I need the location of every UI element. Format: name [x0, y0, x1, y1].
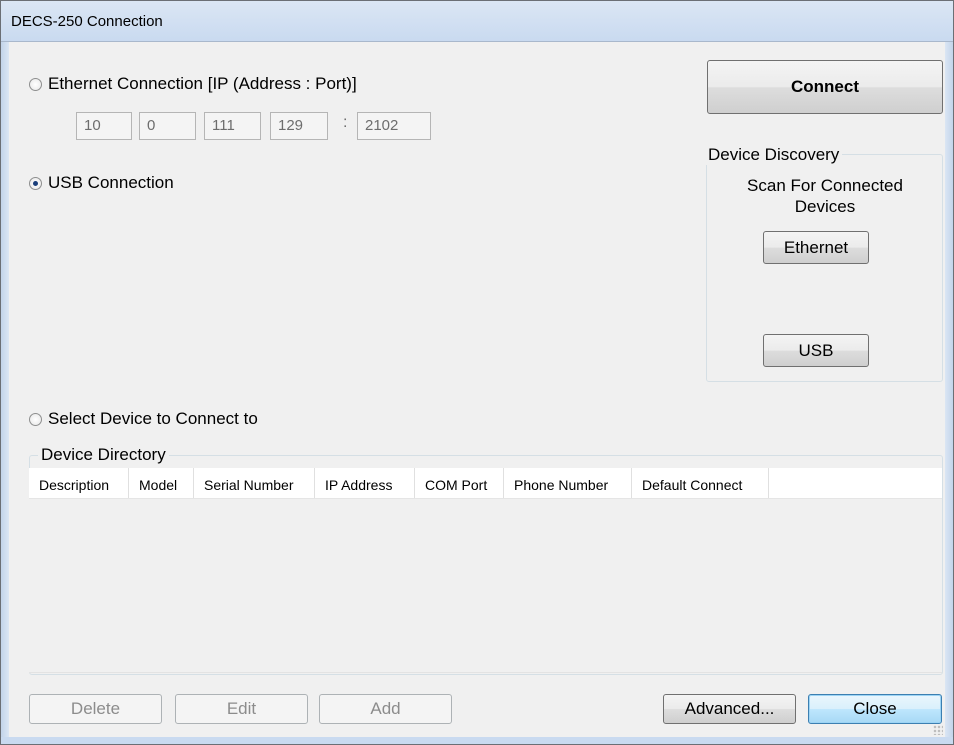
port-input[interactable]: 2102 [357, 112, 431, 140]
column-header-serial-number[interactable]: Serial Number [194, 468, 315, 498]
resize-grip-icon[interactable] [933, 725, 943, 735]
connect-button[interactable]: Connect [707, 60, 943, 114]
select-device-radio-button[interactable] [29, 412, 42, 426]
window-frame-right [945, 42, 953, 744]
column-header-ip-address[interactable]: IP Address [315, 468, 415, 498]
scan-description: Scan For Connected Devices [707, 175, 943, 217]
ip-octet-1-input[interactable]: 10 [76, 112, 132, 140]
discover-ethernet-button[interactable]: Ethernet [763, 231, 869, 264]
advanced-button[interactable]: Advanced... [663, 694, 796, 724]
port-separator: : [343, 114, 348, 131]
discover-usb-button[interactable]: USB [763, 334, 869, 367]
ip-octet-4-input[interactable]: 129 [270, 112, 328, 140]
window-title: DECS-250 Connection [11, 13, 163, 30]
select-device-radio-label: Select Device to Connect to [48, 409, 258, 428]
select-device-radio[interactable]: Select Device to Connect to [29, 409, 258, 429]
ethernet-connection-radio[interactable]: Ethernet Connection [IP (Address : Port)… [29, 74, 357, 94]
ip-octet-2-input[interactable]: 0 [139, 112, 196, 140]
ip-octet-3-input[interactable]: 111 [204, 112, 261, 140]
ethernet-radio-button[interactable] [29, 77, 42, 91]
column-header-default-connect[interactable]: Default Connect [632, 468, 769, 498]
usb-radio-button[interactable] [29, 176, 42, 190]
device-discovery-title: Device Discovery [705, 145, 843, 165]
ethernet-radio-label: Ethernet Connection [IP (Address : Port)… [48, 74, 357, 93]
table-header: Description Model Serial Number IP Addre… [29, 468, 942, 499]
title-bar[interactable]: DECS-250 Connection [1, 1, 953, 42]
window-frame-left [1, 42, 9, 744]
device-directory-title: Device Directory [38, 445, 169, 465]
column-header-com-port[interactable]: COM Port [415, 468, 504, 498]
window-frame-bottom [1, 737, 953, 744]
usb-radio-label: USB Connection [48, 173, 174, 192]
column-header-description[interactable]: Description [29, 468, 129, 498]
edit-button[interactable]: Edit [175, 694, 308, 724]
device-directory-table[interactable]: Description Model Serial Number IP Addre… [29, 468, 942, 673]
add-button[interactable]: Add [319, 694, 452, 724]
dialog-client-area: Ethernet Connection [IP (Address : Port)… [9, 42, 945, 737]
usb-connection-radio[interactable]: USB Connection [29, 173, 174, 193]
scan-text-line-1: Scan For Connected [747, 176, 903, 195]
close-button[interactable]: Close [808, 694, 942, 724]
delete-button[interactable]: Delete [29, 694, 162, 724]
column-header-filler [769, 468, 942, 498]
scan-text-line-2: Devices [794, 197, 856, 216]
column-header-phone-number[interactable]: Phone Number [504, 468, 632, 498]
connection-dialog: DECS-250 Connection Ethernet Connection … [0, 0, 954, 745]
column-header-model[interactable]: Model [129, 468, 194, 498]
